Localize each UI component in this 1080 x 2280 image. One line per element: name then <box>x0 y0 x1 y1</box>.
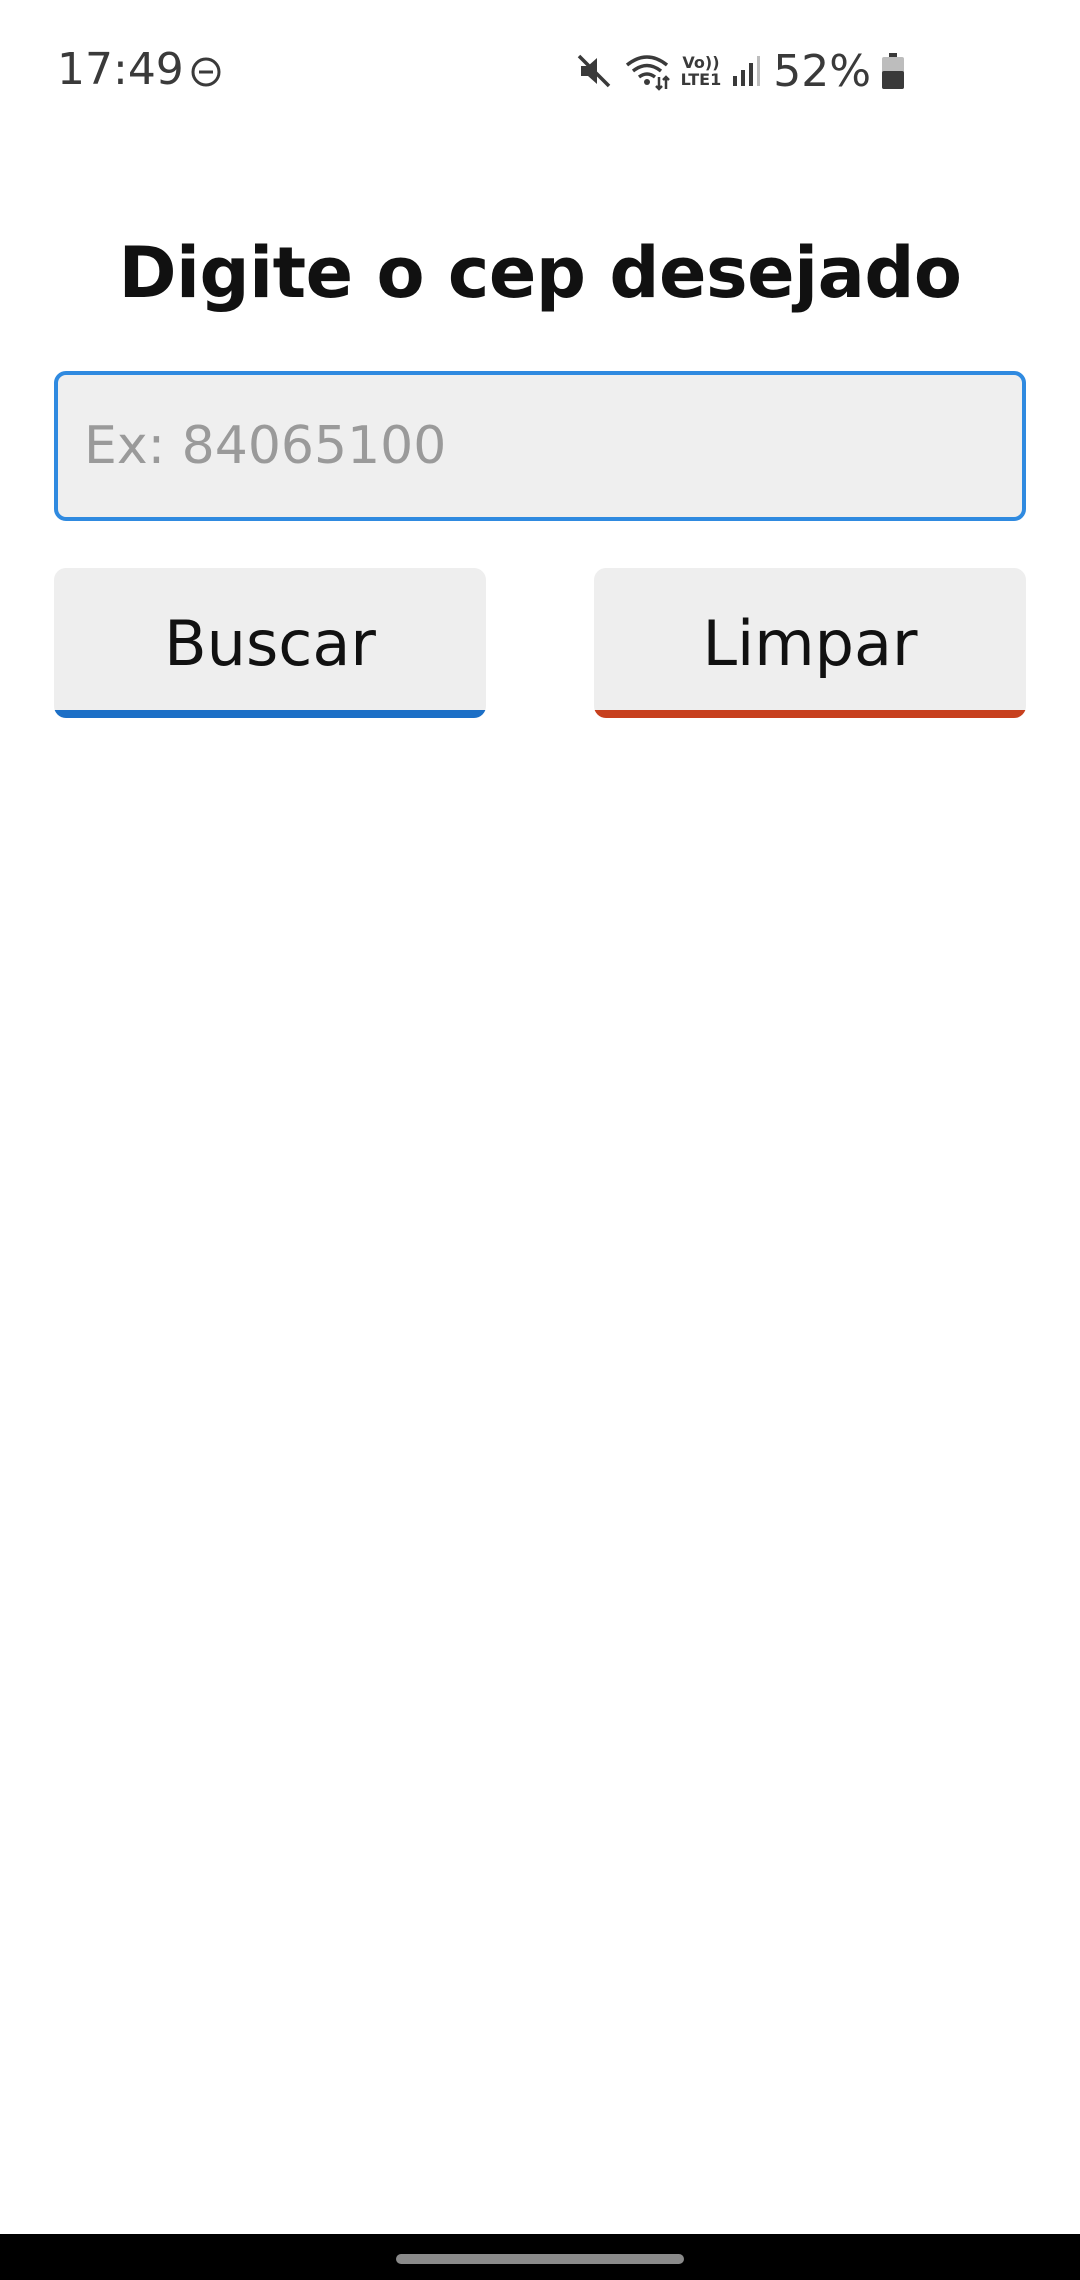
volte-line1: Vo)) <box>682 53 720 72</box>
page-title: Digite o cep desejado <box>118 232 962 314</box>
status-bar: 17:49 Vo)) LTE1 52% <box>0 0 1080 145</box>
battery-percent: 52% <box>773 45 871 97</box>
volte-icon: Vo)) LTE1 <box>681 54 722 88</box>
app-screen: 17:49 Vo)) LTE1 52% Digite o cep desejad… <box>0 0 1080 2280</box>
do-not-disturb-icon <box>190 56 221 87</box>
volte-line2: LTE1 <box>680 70 722 89</box>
search-button[interactable]: Buscar <box>54 568 486 718</box>
navigation-bar <box>0 2234 1080 2280</box>
signal-icon <box>731 54 761 88</box>
clear-button-label: Limpar <box>702 606 918 680</box>
home-gesture-handle[interactable] <box>396 2254 684 2264</box>
search-button-underline <box>54 710 486 718</box>
cep-input[interactable] <box>54 371 1026 521</box>
wifi-icon <box>623 51 671 91</box>
clear-button-underline <box>594 710 1026 718</box>
battery-icon <box>881 52 905 90</box>
status-time: 17:49 <box>57 44 184 95</box>
clear-button[interactable]: Limpar <box>594 568 1026 718</box>
mute-icon <box>575 52 613 90</box>
search-button-label: Buscar <box>164 606 376 680</box>
status-icons: Vo)) LTE1 52% <box>575 45 905 97</box>
